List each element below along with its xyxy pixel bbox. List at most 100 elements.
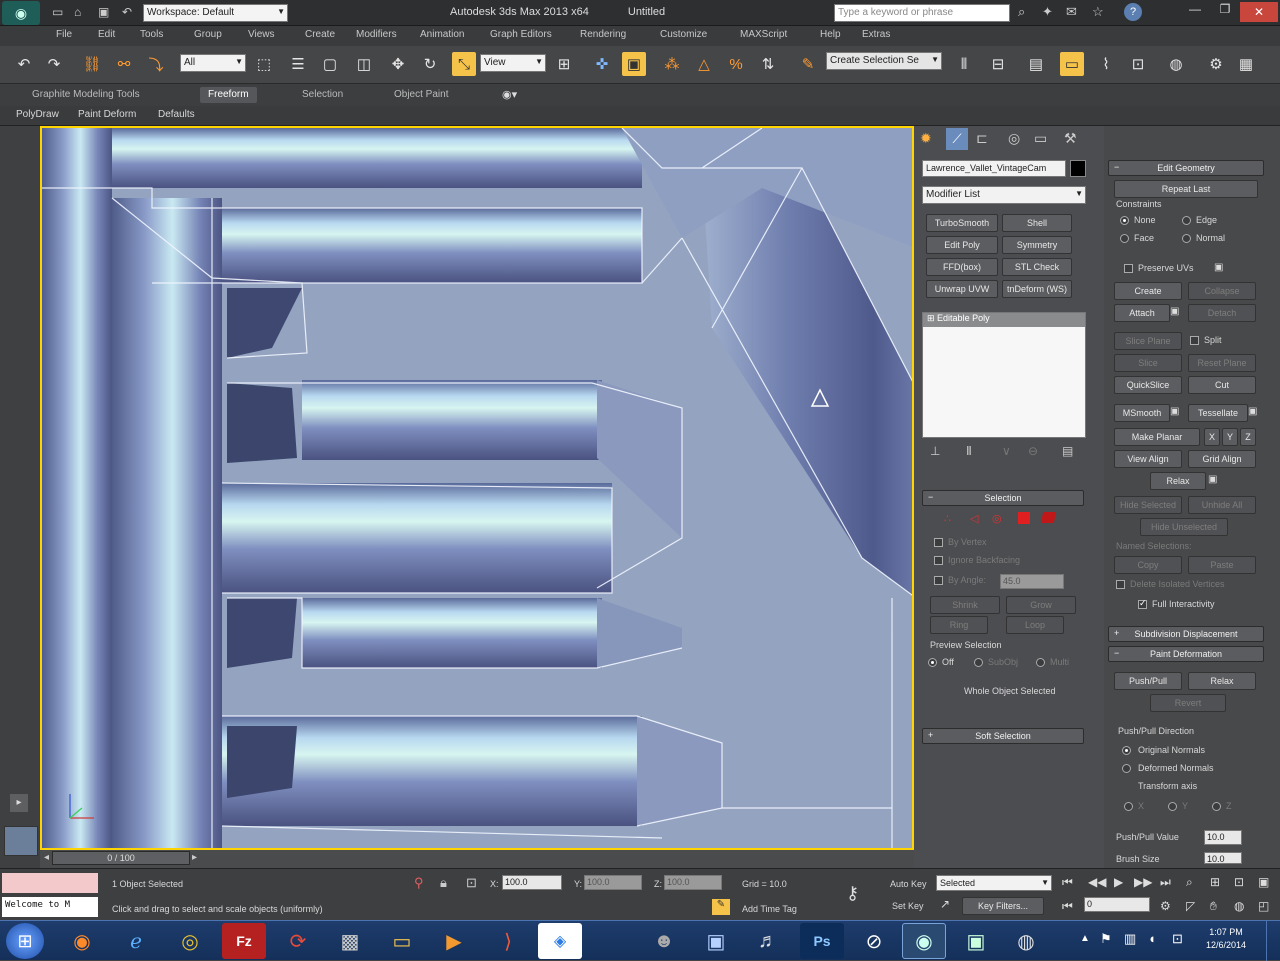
planar-z-button[interactable]: Z: [1240, 428, 1256, 446]
paste-button[interactable]: Paste: [1188, 556, 1256, 574]
menu-views[interactable]: Views: [248, 29, 275, 40]
motion-tab-icon[interactable]: ◎: [1008, 130, 1020, 147]
full-interactivity-checkbox[interactable]: [1138, 598, 1147, 609]
preview-off-radio[interactable]: [928, 658, 937, 667]
pan-icon[interactable]: ✋︎: [1210, 899, 1217, 914]
tray-expand-icon[interactable]: ▲: [1080, 933, 1090, 944]
modifier-button-stl-check[interactable]: STL Check: [1002, 258, 1072, 276]
loop-button[interactable]: Loop: [1006, 616, 1064, 634]
time-tag-icon[interactable]: ✎: [712, 899, 730, 915]
close-icon[interactable]: ✕: [1240, 2, 1278, 22]
selection-rollout-header[interactable]: − Selection: [922, 490, 1084, 506]
rectangular-selection-icon[interactable]: ▢: [318, 52, 342, 76]
modifier-stack[interactable]: ⊞ Editable Poly: [922, 312, 1086, 438]
menu-extras[interactable]: Extras: [862, 29, 890, 40]
orbit-icon[interactable]: ◍: [1234, 899, 1244, 913]
polygon-mode-icon[interactable]: [1018, 512, 1030, 524]
attach-settings-icon[interactable]: ▣: [1170, 306, 1179, 317]
modifier-button-unwrap-uvw[interactable]: Unwrap UVW: [926, 280, 998, 298]
constraint-edge-radio[interactable]: [1182, 216, 1191, 225]
time-slider[interactable]: ◂ 0 / 100 ▸: [40, 850, 914, 868]
unhide-all-button[interactable]: Unhide All: [1188, 496, 1256, 514]
push-pull-value-spinner[interactable]: 10.0: [1204, 830, 1242, 845]
menu-group[interactable]: Group: [194, 29, 222, 40]
selection-filter-dropdown[interactable]: All ▼: [180, 54, 246, 72]
z-coordinate-field[interactable]: 100.0: [664, 875, 722, 890]
spinner-snap-icon[interactable]: ⇅: [756, 52, 780, 76]
by-angle-spinner[interactable]: 45.0: [1000, 574, 1064, 589]
monitor-app-icon[interactable]: ▣: [694, 923, 738, 959]
select-and-scale-icon[interactable]: ⤡: [452, 52, 476, 76]
original-normals-radio[interactable]: [1122, 746, 1131, 755]
modifier-list-dropdown[interactable]: Modifier List ▼: [922, 186, 1086, 204]
app-window-icon[interactable]: ▣: [954, 923, 998, 959]
key-mode-icon[interactable]: ⏮: [1062, 899, 1073, 914]
ribbon-sub-polydraw[interactable]: PolyDraw: [16, 109, 59, 120]
filezilla-icon[interactable]: Fz: [222, 923, 266, 959]
current-frame-field[interactable]: 0: [1084, 897, 1150, 912]
paint-deformation-rollout-header[interactable]: − Paint Deformation: [1108, 646, 1264, 662]
time-config-icon[interactable]: ⚙: [1160, 899, 1171, 913]
collapse-button[interactable]: Collapse: [1188, 282, 1256, 300]
view-align-button[interactable]: View Align: [1114, 450, 1182, 468]
percent-snap-icon[interactable]: %: [724, 52, 748, 76]
edit-named-selection-icon[interactable]: ✎: [796, 52, 820, 76]
communication-icon[interactable]: ✉: [1066, 4, 1077, 20]
zoom-extents-all-icon[interactable]: ▣: [1258, 875, 1269, 889]
auto-key-label[interactable]: Auto Key: [890, 879, 927, 889]
delete-isolated-checkbox[interactable]: [1116, 580, 1125, 589]
menu-edit[interactable]: Edit: [98, 29, 115, 40]
go-to-end-icon[interactable]: ⏭: [1160, 875, 1171, 890]
object-color-swatch[interactable]: [1070, 160, 1086, 177]
subdivision-displacement-rollout-header[interactable]: + Subdivision Displacement: [1108, 626, 1264, 642]
show-desktop-button[interactable]: [1266, 921, 1280, 961]
split-checkbox[interactable]: [1190, 336, 1199, 345]
redo-icon[interactable]: ↷: [42, 52, 66, 76]
modify-tab-icon[interactable]: ⟋: [946, 128, 968, 150]
app-s-icon[interactable]: ⊘: [852, 923, 896, 959]
modifier-button-symmetry[interactable]: Symmetry: [1002, 236, 1072, 254]
set-key-label[interactable]: Set Key: [892, 901, 924, 911]
create-button[interactable]: Create: [1114, 282, 1182, 300]
window-crossing-icon[interactable]: ◫: [352, 52, 376, 76]
modifier-button-turbosmooth[interactable]: TurboSmooth: [926, 214, 998, 232]
quickslice-button[interactable]: QuickSlice: [1114, 376, 1182, 394]
object-name-field[interactable]: Lawrence_Vallet_VintageCam: [922, 160, 1066, 177]
auto-key-selection-dropdown[interactable]: Selected ▼: [936, 875, 1052, 891]
snaps-toggle-icon[interactable]: ⁂: [660, 52, 684, 76]
new-file-icon[interactable]: ▭: [52, 5, 63, 19]
axis-z-radio[interactable]: [1212, 802, 1221, 811]
soft-selection-rollout-header[interactable]: + Soft Selection: [922, 728, 1084, 744]
chrome-icon[interactable]: ◎: [168, 923, 212, 959]
deformed-normals-radio[interactable]: [1122, 764, 1131, 773]
schematic-view-icon[interactable]: ⊡: [1126, 52, 1150, 76]
field-of-view-icon[interactable]: ◸: [1186, 899, 1195, 913]
firefox-icon[interactable]: ◉: [60, 923, 104, 959]
menu-animation[interactable]: Animation: [420, 29, 464, 40]
planar-y-button[interactable]: Y: [1222, 428, 1238, 446]
ribbon-tab-freeform[interactable]: Freeform: [200, 87, 257, 103]
relax-button[interactable]: Relax: [1150, 472, 1206, 490]
search-icon[interactable]: ⌕: [1018, 4, 1025, 20]
menu-tools[interactable]: Tools: [140, 29, 163, 40]
start-button-icon[interactable]: ⊞: [6, 923, 44, 959]
modifier-button-shell[interactable]: Shell: [1002, 214, 1072, 232]
key-filters-button[interactable]: Key Filters...: [962, 897, 1044, 915]
edge-mode-icon[interactable]: ◁: [970, 512, 978, 525]
menu-customize[interactable]: Customize: [660, 29, 707, 40]
pin-stack-icon[interactable]: ⊥: [930, 444, 940, 458]
relax-settings-icon[interactable]: ▣: [1208, 474, 1217, 485]
modifier-button-edit-poly[interactable]: Edit Poly: [926, 236, 998, 254]
constraint-normal-radio[interactable]: [1182, 234, 1191, 243]
border-mode-icon[interactable]: ◎: [992, 512, 1002, 525]
undo-title-icon[interactable]: ↶: [122, 5, 132, 19]
ribbon-tab-selection[interactable]: Selection: [294, 87, 351, 103]
avatar-app-icon[interactable]: ☻: [642, 923, 686, 959]
photoshop-icon[interactable]: Ps: [800, 923, 844, 959]
revert-button[interactable]: Revert: [1150, 694, 1226, 712]
next-frame-icon[interactable]: ▶▶: [1134, 875, 1152, 889]
tessellate-settings-icon[interactable]: ▣: [1248, 406, 1257, 417]
shrink-button[interactable]: Shrink: [930, 596, 1000, 614]
vertex-mode-icon[interactable]: ∴: [944, 512, 951, 525]
reset-plane-button[interactable]: Reset Plane: [1188, 354, 1256, 372]
